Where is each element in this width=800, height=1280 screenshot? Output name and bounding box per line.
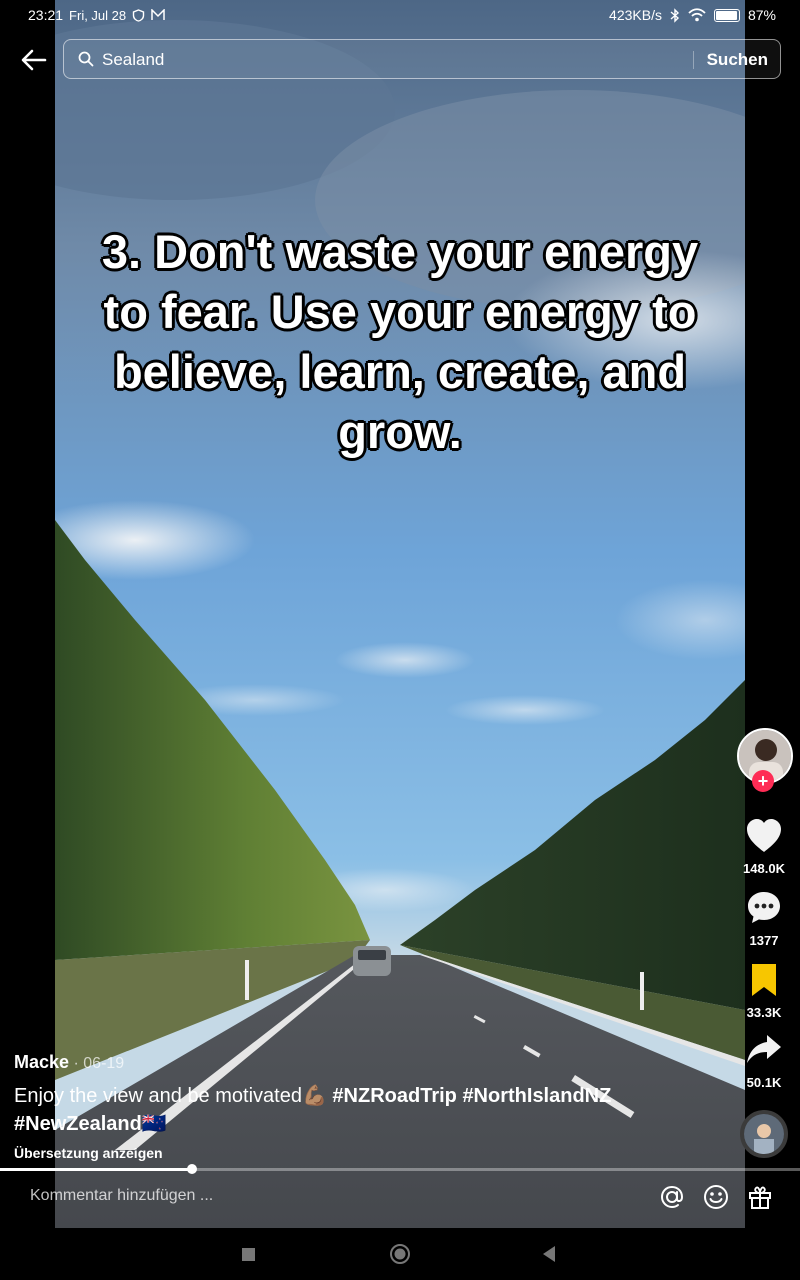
system-nav-bar	[0, 1228, 800, 1280]
status-bar: 23:21 Fri, Jul 28 423KB/s 87%	[0, 0, 800, 30]
arrow-left-icon	[21, 49, 47, 71]
music-disc-image	[744, 1114, 784, 1154]
bluetooth-icon	[670, 7, 679, 23]
hashtag-northislandnz[interactable]: #NorthIslandNZ	[462, 1085, 611, 1107]
follow-button[interactable]: +	[752, 770, 774, 792]
bookmark-icon	[752, 964, 776, 996]
share-arrow-icon	[747, 1035, 781, 1063]
description-text: Enjoy the view and be motivated💪🏽	[14, 1085, 333, 1107]
hashtag-newzealand[interactable]: #NewZealand	[14, 1113, 142, 1135]
show-translation-link[interactable]: Übersetzung anzeigen	[14, 1145, 163, 1161]
video-player[interactable]: 3. Don't waste your energy to fear. Use …	[55, 0, 745, 1228]
video-frame	[55, 0, 745, 1228]
search-divider	[693, 51, 694, 69]
creator-avatar-wrap[interactable]: +	[736, 728, 793, 794]
battery-percent: 87%	[747, 7, 776, 23]
status-date: Fri, Jul 28	[69, 7, 127, 23]
video-overlay-caption: 3. Don't waste your energy to fear. Use …	[101, 225, 699, 458]
share-count: 50.1K	[746, 1075, 782, 1090]
nz-flag-emoji: 🇳🇿	[141, 1113, 167, 1135]
heart-icon	[747, 819, 781, 852]
comment-bar: Kommentar hinzufügen ...	[0, 1171, 800, 1228]
emoji-icon[interactable]	[702, 1183, 730, 1211]
save-count: 33.3K	[746, 1005, 782, 1020]
comment-input[interactable]: Kommentar hinzufügen ...	[30, 1187, 213, 1205]
shield-icon	[132, 8, 145, 22]
comment-button[interactable]: 1377	[736, 890, 792, 948]
back-triangle-icon[interactable]	[540, 1242, 558, 1266]
music-disc-button[interactable]	[740, 1110, 788, 1158]
home-circle-icon[interactable]	[388, 1242, 412, 1266]
comment-count: 1377	[749, 933, 779, 948]
search-input[interactable]: Sealand	[102, 50, 164, 70]
like-button[interactable]: 148.0K	[736, 818, 792, 876]
like-count: 148.0K	[743, 861, 785, 876]
share-button[interactable]: 50.1K	[736, 1032, 792, 1090]
search-submit-button[interactable]: Suchen	[707, 50, 768, 70]
back-button[interactable]	[20, 46, 48, 74]
post-author-line: Macke · 06-19	[14, 1052, 124, 1073]
mail-icon	[151, 9, 165, 20]
post-date: · 06-19	[69, 1055, 125, 1072]
comment-icon	[748, 892, 780, 923]
network-speed: 423KB/s	[609, 7, 662, 23]
hashtag-nzroadtrip[interactable]: #NZRoadTrip	[332, 1085, 456, 1107]
search-icon	[78, 51, 94, 67]
author-name[interactable]: Macke	[14, 1052, 69, 1072]
mention-icon[interactable]	[658, 1183, 686, 1211]
search-bar[interactable]: Sealand Suchen	[63, 39, 781, 79]
post-description: Enjoy the view and be motivated💪🏽 #NZRoa…	[14, 1082, 694, 1138]
wifi-icon	[688, 8, 706, 22]
battery-icon	[713, 8, 740, 22]
recents-square-icon[interactable]	[241, 1242, 257, 1266]
status-time: 23:21	[28, 7, 64, 23]
gift-icon[interactable]	[746, 1183, 774, 1211]
save-button[interactable]: 33.3K	[736, 962, 792, 1020]
